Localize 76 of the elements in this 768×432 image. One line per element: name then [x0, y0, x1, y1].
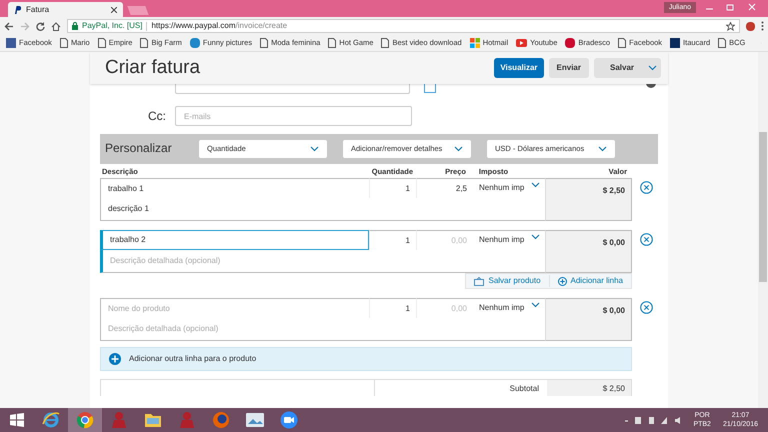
tab-title: Fatura	[26, 4, 50, 16]
browser-tab[interactable]: Fatura	[8, 2, 123, 17]
windows-logo-icon	[470, 38, 480, 48]
save-product-button[interactable]: Salvar produto	[466, 275, 549, 287]
tag-icon	[474, 276, 484, 286]
quantity-field[interactable]: 1	[369, 298, 416, 318]
firefox-icon[interactable]	[212, 411, 230, 429]
quantity-field[interactable]: 1	[369, 178, 416, 198]
item-name-field[interactable]: trabalho 2	[100, 230, 369, 250]
add-line-button[interactable]: Adicionar linha	[548, 275, 631, 287]
subtotal-label: Subtotal	[508, 383, 540, 395]
page-icon	[98, 38, 106, 48]
cc-field[interactable]: E-mails	[175, 106, 412, 126]
remove-icon[interactable]	[640, 301, 653, 314]
chrome-icon[interactable]	[76, 411, 94, 429]
bank-icon	[565, 38, 576, 48]
chevron-down-icon	[454, 146, 463, 152]
remove-icon[interactable]	[640, 181, 653, 194]
details-field[interactable]: descrição 1	[100, 198, 545, 221]
play-icon	[516, 39, 528, 47]
add-product-line-button[interactable]: Adicionar outra linha para o produto	[100, 347, 632, 371]
item-name-field[interactable]: trabalho 1	[100, 178, 369, 198]
chevron-down-icon	[531, 302, 540, 308]
bank-icon	[670, 38, 680, 48]
facebook-icon	[6, 38, 16, 48]
item-name-field[interactable]: Nome do produto	[100, 298, 369, 318]
page-icon	[60, 38, 68, 48]
scrollbar[interactable]	[758, 52, 768, 408]
page-icon	[618, 38, 626, 48]
page-icon	[260, 38, 268, 48]
chevron-down-icon	[310, 146, 319, 152]
reload-icon[interactable]	[36, 22, 45, 30]
price-field[interactable]: 2,5	[416, 178, 471, 198]
chevron-down-icon	[531, 234, 540, 240]
page-icon	[140, 38, 148, 48]
folder-icon[interactable]	[144, 412, 162, 428]
customize-label: Personalizar	[105, 140, 173, 157]
back-icon[interactable]	[4, 22, 14, 30]
subtotal-value: $ 2,50	[547, 380, 631, 396]
windows-start-icon[interactable]	[10, 413, 24, 427]
chevron-down-icon	[531, 182, 540, 188]
star-icon[interactable]	[726, 22, 735, 30]
browser-e-icon[interactable]	[42, 411, 60, 429]
price-field[interactable]: 0,00	[416, 230, 471, 250]
page-title: Criar fatura	[105, 56, 202, 80]
amount-text: $ 2,50	[602, 185, 625, 197]
amount-text: $ 0,00	[602, 237, 625, 249]
remove-icon[interactable]	[640, 233, 653, 246]
page-icon	[328, 38, 336, 48]
cc-label: Cc:	[147, 108, 166, 125]
save-button[interactable]: Salvar	[594, 58, 661, 78]
page-icon	[718, 38, 726, 48]
send-button[interactable]: Enviar	[548, 58, 589, 78]
amount-text: $ 0,00	[602, 305, 625, 317]
page-icon	[381, 38, 390, 48]
address-bar[interactable]: PayPal, Inc. [US] https://www.paypal.com/invoice/create	[67, 19, 740, 33]
details-field[interactable]: Descrição detalhada (opcional)	[100, 318, 545, 341]
smile-icon	[190, 38, 200, 48]
menu-icon[interactable]	[761, 21, 764, 31]
chevron-down-icon	[598, 146, 607, 152]
preview-button[interactable]: Visualizar	[494, 58, 544, 78]
recipient-field[interactable]	[175, 83, 410, 94]
extension-icon[interactable]	[746, 22, 755, 30]
quantity-field[interactable]: 1	[369, 230, 416, 250]
chevron-down-icon	[648, 65, 657, 71]
photos-icon[interactable]	[246, 413, 264, 427]
video-camera-icon[interactable]	[280, 411, 298, 429]
plus-circle-icon	[109, 353, 121, 365]
site-identity: PayPal, Inc. [US]	[82, 20, 142, 32]
lock-icon	[72, 22, 78, 30]
close-icon[interactable]	[111, 6, 117, 12]
home-icon[interactable]	[51, 22, 61, 30]
paypal-logo-icon	[14, 6, 21, 14]
url-text: https://www.paypal.com/invoice/create	[151, 20, 288, 32]
plus-circle-icon	[558, 276, 567, 286]
price-field[interactable]: 0,00	[416, 298, 471, 318]
